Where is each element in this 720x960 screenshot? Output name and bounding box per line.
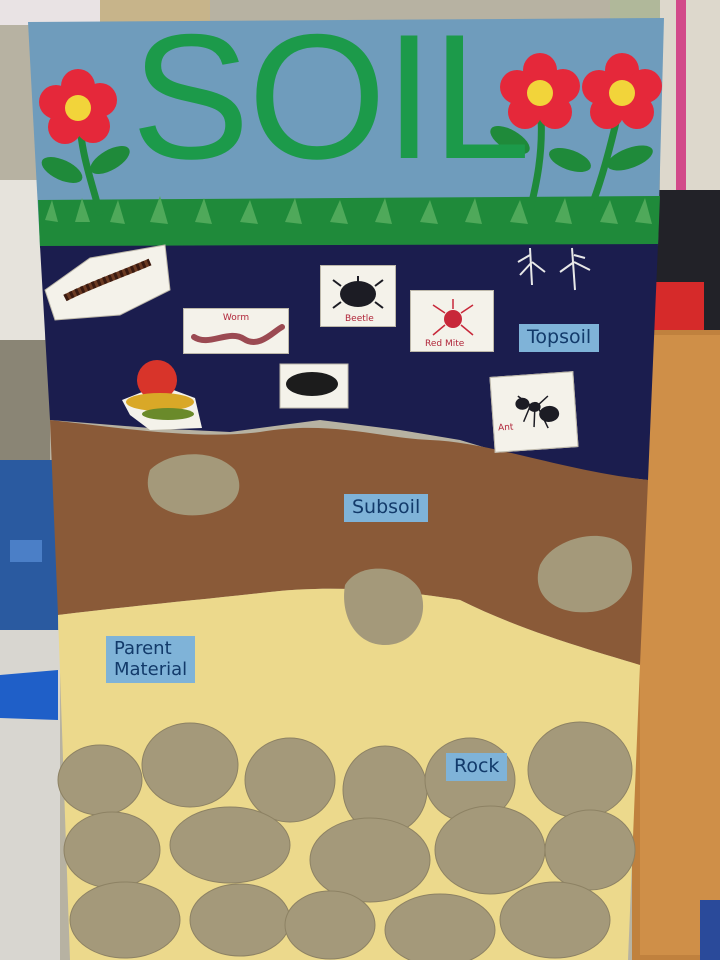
parent-material-label: Parent Material: [106, 636, 196, 684]
red-mite-card: Red Mite: [410, 290, 494, 352]
ant-card: Ant: [489, 371, 579, 453]
photo-scene: SOIL Worm Beetle Red Mite Ant Topsoil Su…: [0, 0, 720, 960]
right-wall: [660, 0, 720, 200]
red-mite-card-caption: Red Mite: [425, 339, 465, 349]
border-trim: [676, 0, 686, 195]
rock-label: Rock: [446, 753, 508, 781]
worm-card: Worm: [183, 308, 289, 354]
poster-top-left: [0, 0, 110, 25]
blue-bin-label: [10, 540, 42, 562]
blue-corner: [700, 900, 720, 960]
blue-mat: [0, 670, 58, 720]
subsoil-label: Subsoil: [344, 494, 429, 522]
board-title: SOIL: [131, 0, 531, 196]
shelf: [0, 340, 50, 460]
topsoil-label: Topsoil: [519, 324, 600, 352]
mole-card: [279, 363, 349, 409]
red-cup: [652, 282, 704, 330]
beetle-card: Beetle: [320, 265, 396, 327]
worm-icon: [191, 324, 285, 345]
beetle-card-caption: Beetle: [345, 314, 374, 324]
cabinet-face: [640, 335, 720, 955]
ant-card-caption: Ant: [497, 422, 514, 434]
ant-icon: [515, 395, 560, 429]
